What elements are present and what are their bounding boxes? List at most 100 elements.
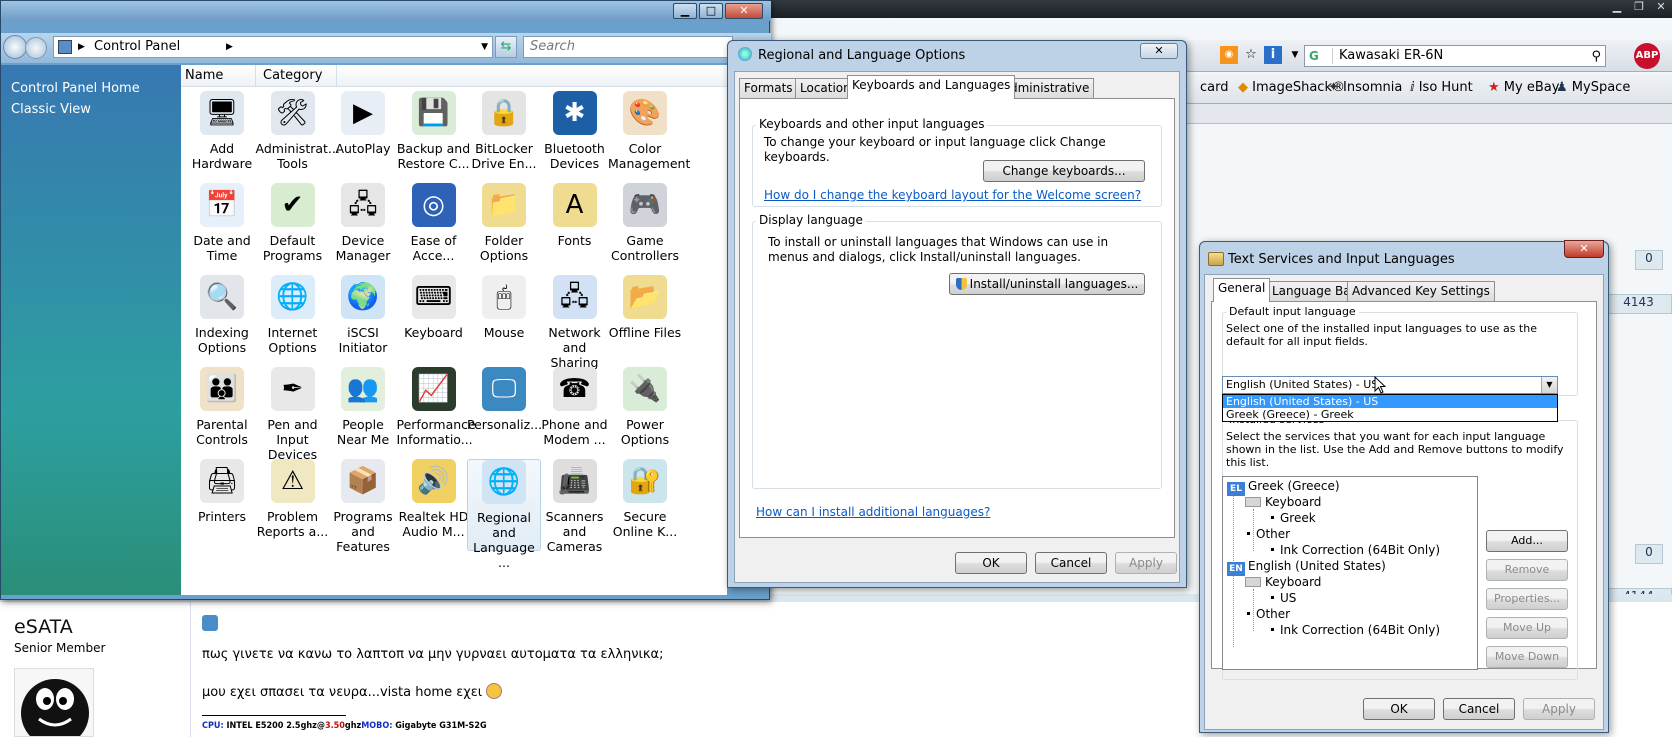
close-icon[interactable]: ✕ <box>725 3 763 19</box>
cp-item-indexing-options[interactable]: 🔍 Indexing Options <box>185 275 259 367</box>
cp-item-scanners-and-cameras[interactable]: 📠 Scanners and Cameras <box>538 459 612 554</box>
cp-item-color-management[interactable]: 🎨 Color Management <box>608 91 690 183</box>
cp-item-parental-controls[interactable]: 👪 Parental Controls <box>185 367 259 459</box>
cp-item-network-and-sharing-ce[interactable]: 🖧Network and Sharing Ce... <box>538 275 612 385</box>
refresh-button[interactable]: ⇆ <box>495 36 517 58</box>
forward-button[interactable] <box>25 37 47 59</box>
window-title-bar[interactable] <box>1 1 771 21</box>
classic-view-link[interactable]: Classic View <box>11 102 91 117</box>
cp-item-autoplay[interactable]: ▶ AutoPlay <box>326 91 400 183</box>
move-down-button[interactable]: Move Down <box>1486 646 1568 668</box>
tree-item-keyboard[interactable]: Keyboard <box>1245 575 1321 590</box>
bookmark-insomnia[interactable]: ✦ Insomnia <box>1328 80 1402 95</box>
search-icon[interactable]: ⚲ <box>1591 47 1601 67</box>
tree-item-other[interactable]: Other <box>1245 527 1290 542</box>
ok-button[interactable]: OK <box>1363 698 1435 720</box>
add-button[interactable]: Add... <box>1486 530 1568 552</box>
installed-services-tree[interactable]: EL Greek (Greece) Keyboard Greek Other In… <box>1222 476 1478 670</box>
cp-item-date-and-time[interactable]: 📅 Date and Time <box>185 183 259 275</box>
properties-button[interactable]: Properties... <box>1486 588 1568 610</box>
tree-item-us-kb[interactable]: US <box>1269 591 1296 606</box>
cp-item-administrat-tools[interactable]: 🛠 Administrat... Tools <box>256 91 340 183</box>
rss-icon[interactable]: ◉ <box>1220 46 1238 64</box>
cp-item-keyboard[interactable]: ⌨ Keyboard <box>397 275 471 367</box>
dropdown-icon[interactable]: ▼ <box>1286 46 1304 64</box>
cp-item-problem-reports-a[interactable]: ⚠ Problem Reports a... <box>256 459 330 551</box>
cp-item-printers[interactable]: 🖨 Printers <box>185 459 259 551</box>
tree-item-keyboard[interactable]: Keyboard <box>1245 495 1321 510</box>
cp-item-offline-files[interactable]: 📂 Offline Files <box>608 275 682 367</box>
cp-item-phone-and-modem[interactable]: ☎ Phone and Modem ... <box>538 367 612 459</box>
additional-languages-link[interactable]: How can I install additional languages? <box>756 505 990 519</box>
restore-icon[interactable]: ❐ <box>1628 0 1650 14</box>
bookmark-card[interactable]: card <box>1200 80 1228 95</box>
search-input[interactable]: Search <box>523 36 733 58</box>
maximize-icon[interactable]: □ <box>699 3 723 19</box>
cp-item-device-manager[interactable]: 🖧 Device Manager <box>326 183 400 275</box>
star-icon[interactable]: ☆ <box>1242 46 1260 64</box>
cp-item-programs-and-features[interactable]: 📦 Programs and Features <box>326 459 400 554</box>
minimize-icon[interactable]: ▁ <box>673 3 697 19</box>
cancel-button[interactable]: Cancel <box>1443 698 1515 720</box>
chevron-right-icon[interactable]: ▶ <box>78 37 85 57</box>
cp-item-internet-options[interactable]: 🌐 Internet Options <box>256 275 330 367</box>
cancel-button[interactable]: Cancel <box>1035 552 1107 574</box>
apply-button[interactable]: Apply <box>1523 698 1595 720</box>
cp-item-fonts[interactable]: A Fonts <box>538 183 612 275</box>
change-keyboards-button[interactable]: Change keyboards... <box>983 160 1145 182</box>
ok-button[interactable]: OK <box>955 552 1027 574</box>
option-english[interactable]: English (United States) - US <box>1223 395 1557 408</box>
column-category[interactable]: Category <box>263 68 322 83</box>
apply-button[interactable]: Apply <box>1115 552 1177 574</box>
cp-item-people-near-me[interactable]: 👥 People Near Me <box>326 367 400 459</box>
cp-item-power-options[interactable]: 🔌 Power Options <box>608 367 682 459</box>
default-language-select[interactable]: English (United States) - US ▼ <box>1222 376 1558 394</box>
remove-button[interactable]: Remove <box>1486 559 1568 581</box>
minimize-icon[interactable]: ▁ <box>1606 0 1628 14</box>
tree-item-ink[interactable]: Ink Correction (64Bit Only) <box>1269 623 1440 638</box>
cp-item-add-hardware[interactable]: 🖥 Add Hardware <box>185 91 259 183</box>
cp-item-performance-informatio[interactable]: 📈 Performance Informatio... <box>397 367 476 459</box>
tree-item-greek-kb[interactable]: Greek <box>1269 511 1316 526</box>
back-button[interactable] <box>3 35 27 59</box>
tab-keyboards-languages[interactable]: Keyboards and Languages <box>847 75 1016 99</box>
tab-advanced-key-settings[interactable]: Advanced Key Settings <box>1347 281 1495 301</box>
cp-item-game-controllers[interactable]: 🎮 Game Controllers <box>608 183 682 275</box>
bookmark-isohunt[interactable]: ⅈ Iso Hunt <box>1410 80 1473 95</box>
cp-item-regional-and-language[interactable]: 🌐 Regional and Language ... <box>467 459 541 570</box>
cp-item-iscsi-initiator[interactable]: 🌍 iSCSI Initiator <box>326 275 400 367</box>
control-panel-home-link[interactable]: Control Panel Home <box>11 81 140 96</box>
search-engine-icon[interactable]: G <box>1307 48 1333 64</box>
move-up-button[interactable]: Move Up <box>1486 617 1568 639</box>
option-greek[interactable]: Greek (Greece) - Greek <box>1223 408 1557 421</box>
tree-item-other[interactable]: Other <box>1245 607 1290 622</box>
close-icon[interactable]: ✕ <box>1650 0 1672 14</box>
address-bar[interactable]: ▶ Control Panel ▶ ▼ <box>53 36 493 58</box>
cp-item-mouse[interactable]: 🖱 Mouse <box>467 275 541 367</box>
post-username[interactable]: eSATA <box>14 616 73 638</box>
cp-item-bitlocker-drive-en[interactable]: 🔒 BitLocker Drive En... <box>467 91 541 183</box>
firefox-search-box[interactable]: G Kawasaki ER-6N ⚲ <box>1304 45 1606 67</box>
cp-item-ease-of-acce[interactable]: ◎ Ease of Acce... <box>397 183 471 275</box>
cp-item-folder-options[interactable]: 📁 Folder Options <box>467 183 541 275</box>
welcome-screen-link[interactable]: How do I change the keyboard layout for … <box>764 188 1141 202</box>
chevron-right-icon[interactable]: ▶ <box>226 37 233 57</box>
chevron-down-icon[interactable]: ▼ <box>481 37 488 57</box>
tree-item-english[interactable]: EN English (United States) <box>1227 559 1386 576</box>
tree-item-ink[interactable]: Ink Correction (64Bit Only) <box>1269 543 1440 558</box>
cp-item-default-programs[interactable]: ✔ Default Programs <box>256 183 330 275</box>
cp-item-realtek-hd-audio-m[interactable]: 🔊 Realtek HD Audio M... <box>397 459 471 551</box>
bookmark-myspace[interactable]: ♟ MySpace <box>1556 80 1630 95</box>
install-uninstall-button[interactable]: Install/uninstall languages... <box>949 273 1145 295</box>
bookmark-ebay[interactable]: ★ My eBay <box>1488 80 1559 95</box>
cp-item-personaliz[interactable]: 🖵 Personaliz... <box>467 367 542 459</box>
cp-item-pen-and-input-devices[interactable]: ✒ Pen and Input Devices <box>256 367 330 462</box>
info-icon[interactable]: i <box>1264 46 1282 64</box>
cp-item-bluetooth-devices[interactable]: ✱ Bluetooth Devices <box>538 91 612 183</box>
cp-item-backup-and-restore-c[interactable]: 💾 Backup and Restore C... <box>397 91 471 183</box>
adblock-icon[interactable]: ABP <box>1634 43 1660 69</box>
close-icon[interactable]: ✕ <box>1564 240 1604 258</box>
tree-item-greek[interactable]: EL Greek (Greece) <box>1227 479 1340 496</box>
tab-formats[interactable]: Formats <box>739 78 798 98</box>
close-icon[interactable]: ✕ <box>1140 43 1178 59</box>
